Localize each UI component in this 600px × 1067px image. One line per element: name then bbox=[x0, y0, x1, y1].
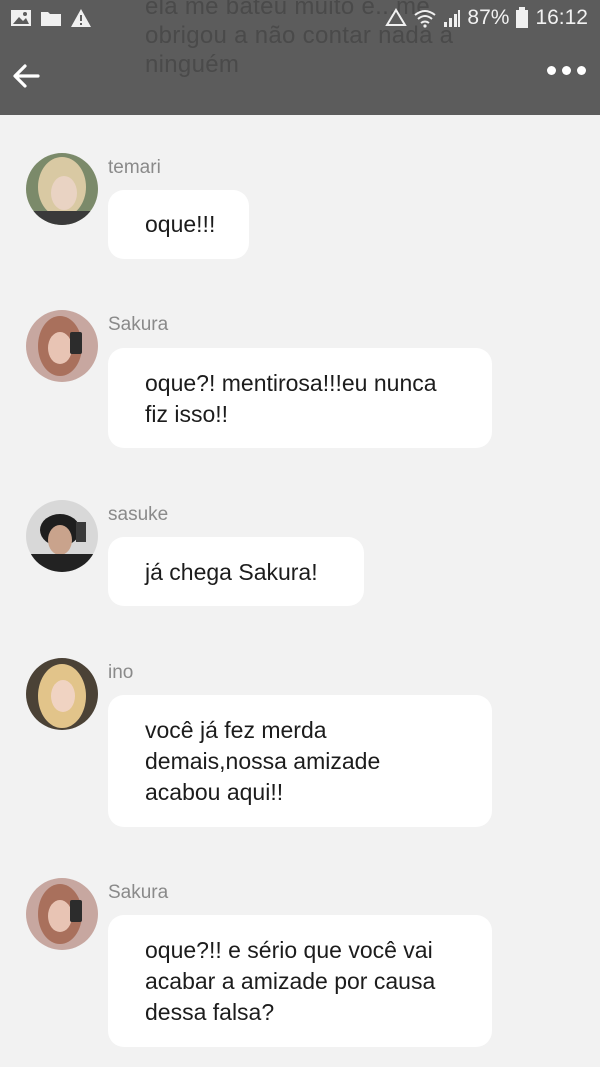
sender-name: ino bbox=[108, 662, 134, 683]
message-bubble[interactable]: oque?!! e sério que você vai acabar a am… bbox=[108, 915, 492, 1047]
status-bar-left bbox=[10, 8, 92, 28]
avatar[interactable] bbox=[26, 658, 98, 730]
back-button[interactable] bbox=[8, 58, 44, 94]
recycle-icon bbox=[385, 8, 408, 26]
message-bubble[interactable]: você já fez merda demais,nossa amizade a… bbox=[108, 695, 492, 827]
avatar[interactable] bbox=[26, 153, 98, 225]
signal-icon bbox=[444, 10, 461, 27]
sender-name: temari bbox=[108, 157, 161, 178]
top-bar: ela me bateu muito e...me obrigou a não … bbox=[0, 0, 600, 115]
more-options-button[interactable] bbox=[547, 66, 586, 75]
sender-name: sasuke bbox=[108, 504, 169, 525]
more-dot bbox=[577, 66, 586, 75]
status-bar-right: 87% 16:12 bbox=[385, 6, 588, 30]
sender-name: Sakura bbox=[108, 314, 169, 335]
message-bubble[interactable]: oque!!! bbox=[108, 190, 249, 259]
image-icon bbox=[11, 10, 31, 26]
avatar[interactable] bbox=[26, 878, 98, 950]
wifi-icon bbox=[414, 10, 437, 28]
more-dot bbox=[547, 66, 556, 75]
battery-level: 87% bbox=[467, 6, 510, 29]
message-bubble[interactable]: já chega Sakura! bbox=[108, 537, 364, 606]
folder-icon bbox=[41, 12, 61, 26]
clock: 16:12 bbox=[535, 6, 588, 29]
more-dot bbox=[562, 66, 571, 75]
battery-icon bbox=[516, 7, 529, 28]
sender-name: Sakura bbox=[108, 882, 169, 903]
avatar[interactable] bbox=[26, 310, 98, 382]
avatar[interactable] bbox=[26, 500, 98, 572]
warning-icon bbox=[71, 9, 91, 27]
message-bubble[interactable]: oque?! mentirosa!!!eu nunca fiz isso!! bbox=[108, 348, 492, 448]
